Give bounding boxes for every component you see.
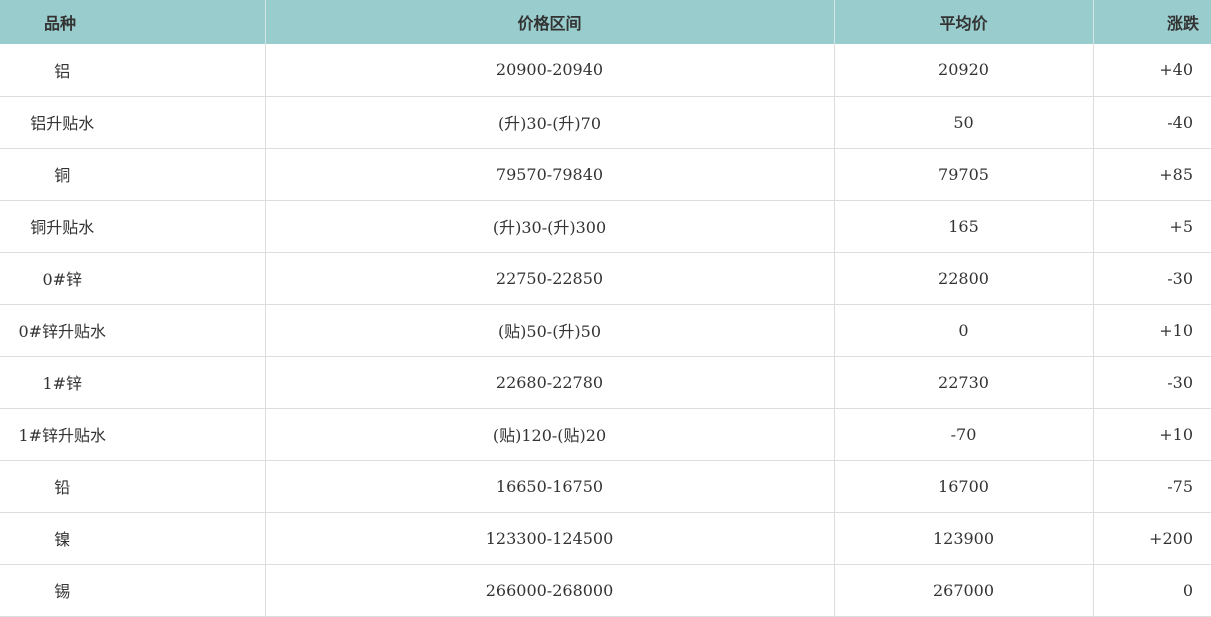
table-row: 0#锌升贴水 (贴)50-(升)50 0 +10 <box>0 304 1211 357</box>
cell-price-range: (升)30-(升)300 <box>265 200 835 253</box>
cell-change: +5 <box>1093 200 1211 253</box>
header-price-range: 价格区间 <box>265 0 835 44</box>
cell-variety: 0#锌 <box>0 252 266 305</box>
cell-variety: 铅 <box>0 460 266 513</box>
cell-variety: 铜 <box>0 148 266 201</box>
header-row: 品种 价格区间 平均价 涨跌 <box>0 0 1211 44</box>
header-change: 涨跌 <box>1166 14 1199 33</box>
cell-change: -30 <box>1093 356 1211 409</box>
cell-price-range: 266000-268000 <box>265 564 835 617</box>
cell-variety: 0#锌升贴水 <box>0 304 266 357</box>
table-row: 1#锌升贴水 (贴)120-(贴)20 -70 +10 <box>0 408 1211 461</box>
cell-change: +40 <box>1093 44 1211 97</box>
cell-average-price: 165 <box>834 200 1094 253</box>
cell-change: -40 <box>1093 96 1211 149</box>
cell-average-price: 16700 <box>834 460 1094 513</box>
cell-average-price: 0 <box>834 304 1094 357</box>
table-row: 1#锌 22680-22780 22730 -30 <box>0 356 1211 409</box>
cell-variety: 铝 <box>0 44 266 97</box>
cell-change: -30 <box>1093 252 1211 305</box>
cell-price-range: 123300-124500 <box>265 512 835 565</box>
table-row: 锡 266000-268000 267000 0 <box>0 564 1211 617</box>
cell-price-range: 22680-22780 <box>265 356 835 409</box>
cell-variety: 锡 <box>0 564 266 617</box>
table-row: 铅 16650-16750 16700 -75 <box>0 460 1211 513</box>
table-body: 铝 20900-20940 20920 +40 铝升贴水 (升)30-(升)70… <box>0 44 1211 617</box>
cell-change: 0 <box>1093 564 1211 617</box>
cell-average-price: 20920 <box>834 44 1094 97</box>
cell-variety: 镍 <box>0 512 266 565</box>
price-table: 品种 价格区间 平均价 涨跌 铝 20900-20940 20920 +40 铝… <box>0 0 1211 617</box>
cell-average-price: 123900 <box>834 512 1094 565</box>
header-average-price: 平均价 <box>834 0 1094 44</box>
cell-change: -75 <box>1093 460 1211 513</box>
table-row: 镍 123300-124500 123900 +200 <box>0 512 1211 565</box>
cell-average-price: 22800 <box>834 252 1094 305</box>
cell-change: +200 <box>1093 512 1211 565</box>
cell-variety: 铝升贴水 <box>0 96 266 149</box>
cell-price-range: 20900-20940 <box>265 44 835 97</box>
table-row: 0#锌 22750-22850 22800 -30 <box>0 252 1211 305</box>
cell-change: +85 <box>1093 148 1211 201</box>
cell-average-price: -70 <box>834 408 1094 461</box>
table-row: 铜升贴水 (升)30-(升)300 165 +5 <box>0 200 1211 253</box>
cell-price-range: (升)30-(升)70 <box>265 96 835 149</box>
cell-price-range: 16650-16750 <box>265 460 835 513</box>
table-row: 铝升贴水 (升)30-(升)70 50 -40 <box>0 96 1211 149</box>
cell-variety: 1#锌 <box>0 356 266 409</box>
table-header: 品种 价格区间 平均价 涨跌 <box>0 0 1211 44</box>
cell-price-range: (贴)120-(贴)20 <box>265 408 835 461</box>
cell-average-price: 267000 <box>834 564 1094 617</box>
cell-average-price: 22730 <box>834 356 1094 409</box>
cell-variety: 铜升贴水 <box>0 200 266 253</box>
cell-price-range: 79570-79840 <box>265 148 835 201</box>
table-row: 铝 20900-20940 20920 +40 <box>0 44 1211 97</box>
cell-average-price: 50 <box>834 96 1094 149</box>
cell-price-range: (贴)50-(升)50 <box>265 304 835 357</box>
cell-change: +10 <box>1093 304 1211 357</box>
cell-average-price: 79705 <box>834 148 1094 201</box>
cell-price-range: 22750-22850 <box>265 252 835 305</box>
cell-variety: 1#锌升贴水 <box>0 408 266 461</box>
header-variety: 品种 <box>0 0 266 44</box>
table-row: 铜 79570-79840 79705 +85 <box>0 148 1211 201</box>
cell-change: +10 <box>1093 408 1211 461</box>
